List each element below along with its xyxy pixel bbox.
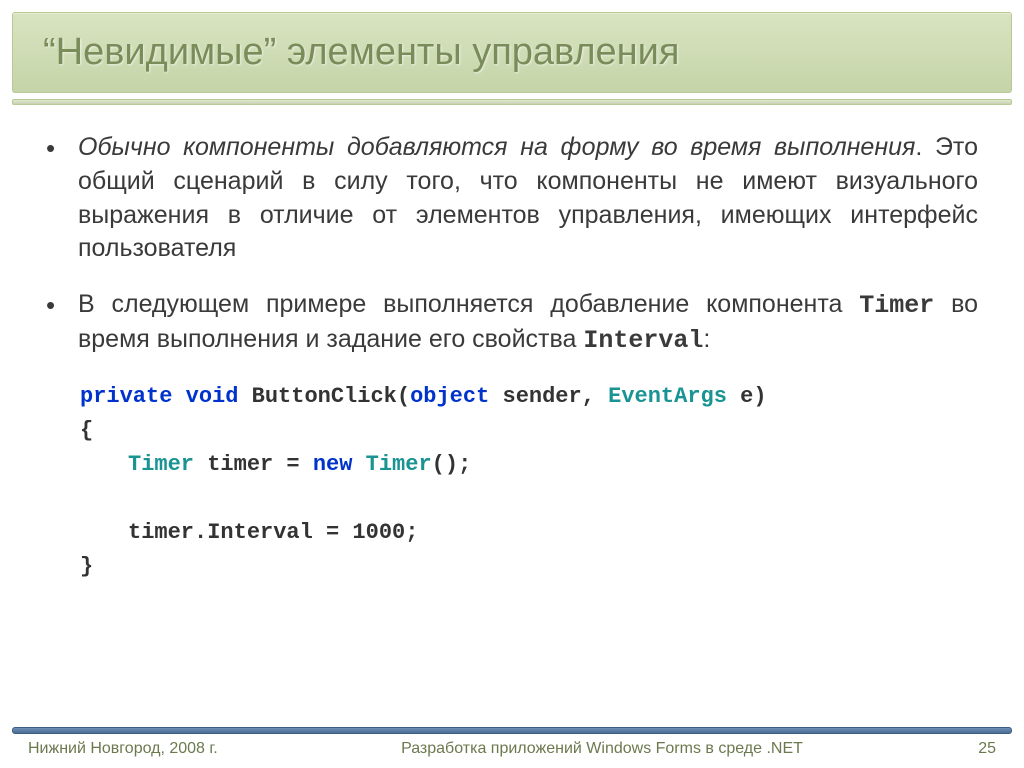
type: EventArgs xyxy=(608,384,727,409)
type: Timer xyxy=(128,452,194,477)
code-text: ButtonClick( xyxy=(238,384,410,409)
keyword: void xyxy=(186,384,239,409)
slide: “Невидимые” элементы управления • Обычно… xyxy=(0,0,1024,768)
bullet2-code1: Timer xyxy=(859,291,934,320)
code-line: Timer timer = new Timer(); xyxy=(80,448,978,482)
code-text: (); xyxy=(432,452,472,477)
bullet-item: • Обычно компоненты добавляются на форму… xyxy=(46,131,978,266)
keyword: new xyxy=(313,452,353,477)
header-divider xyxy=(12,99,1012,105)
code-text: timer = xyxy=(194,452,313,477)
code-text: e) xyxy=(727,384,767,409)
slide-content: • Обычно компоненты добавляются на форму… xyxy=(0,107,1024,727)
slide-header: “Невидимые” элементы управления xyxy=(12,12,1012,93)
bullet2-part1: В следующем примере выполняется добавлен… xyxy=(78,290,859,318)
code-block: private void ButtonClick(object sender, … xyxy=(80,380,978,585)
footer-location: Нижний Новгород, 2008 г. xyxy=(28,740,248,758)
code-text: sender, xyxy=(489,384,608,409)
bullet2-code2: Interval xyxy=(583,326,703,355)
bullet2-part3: : xyxy=(703,325,710,353)
type: Timer xyxy=(366,452,432,477)
code-line: timer.Interval = 1000; xyxy=(80,516,978,550)
bullet-item: • В следующем примере выполняется добавл… xyxy=(46,288,978,358)
code-line: { xyxy=(80,414,978,448)
slide-footer: Нижний Новгород, 2008 г. Разработка прил… xyxy=(0,738,1024,768)
bullet-marker-icon: • xyxy=(46,131,78,266)
page-number: 25 xyxy=(956,740,996,758)
code-line xyxy=(80,482,978,516)
bullet-marker-icon: • xyxy=(46,288,78,358)
slide-title: “Невидимые” элементы управления xyxy=(43,31,981,74)
bullet-text: В следующем примере выполняется добавлен… xyxy=(78,288,978,358)
bullet1-italic: Обычно компоненты добавляются на форму в… xyxy=(78,133,915,161)
code-line: private void ButtonClick(object sender, … xyxy=(80,380,978,414)
keyword: object xyxy=(410,384,489,409)
code-line: } xyxy=(80,550,978,584)
footer-subject: Разработка приложений Windows Forms в ср… xyxy=(248,740,956,758)
code-text xyxy=(352,452,365,477)
footer-divider xyxy=(12,727,1012,734)
bullet-text: Обычно компоненты добавляются на форму в… xyxy=(78,131,978,266)
keyword: private xyxy=(80,384,172,409)
